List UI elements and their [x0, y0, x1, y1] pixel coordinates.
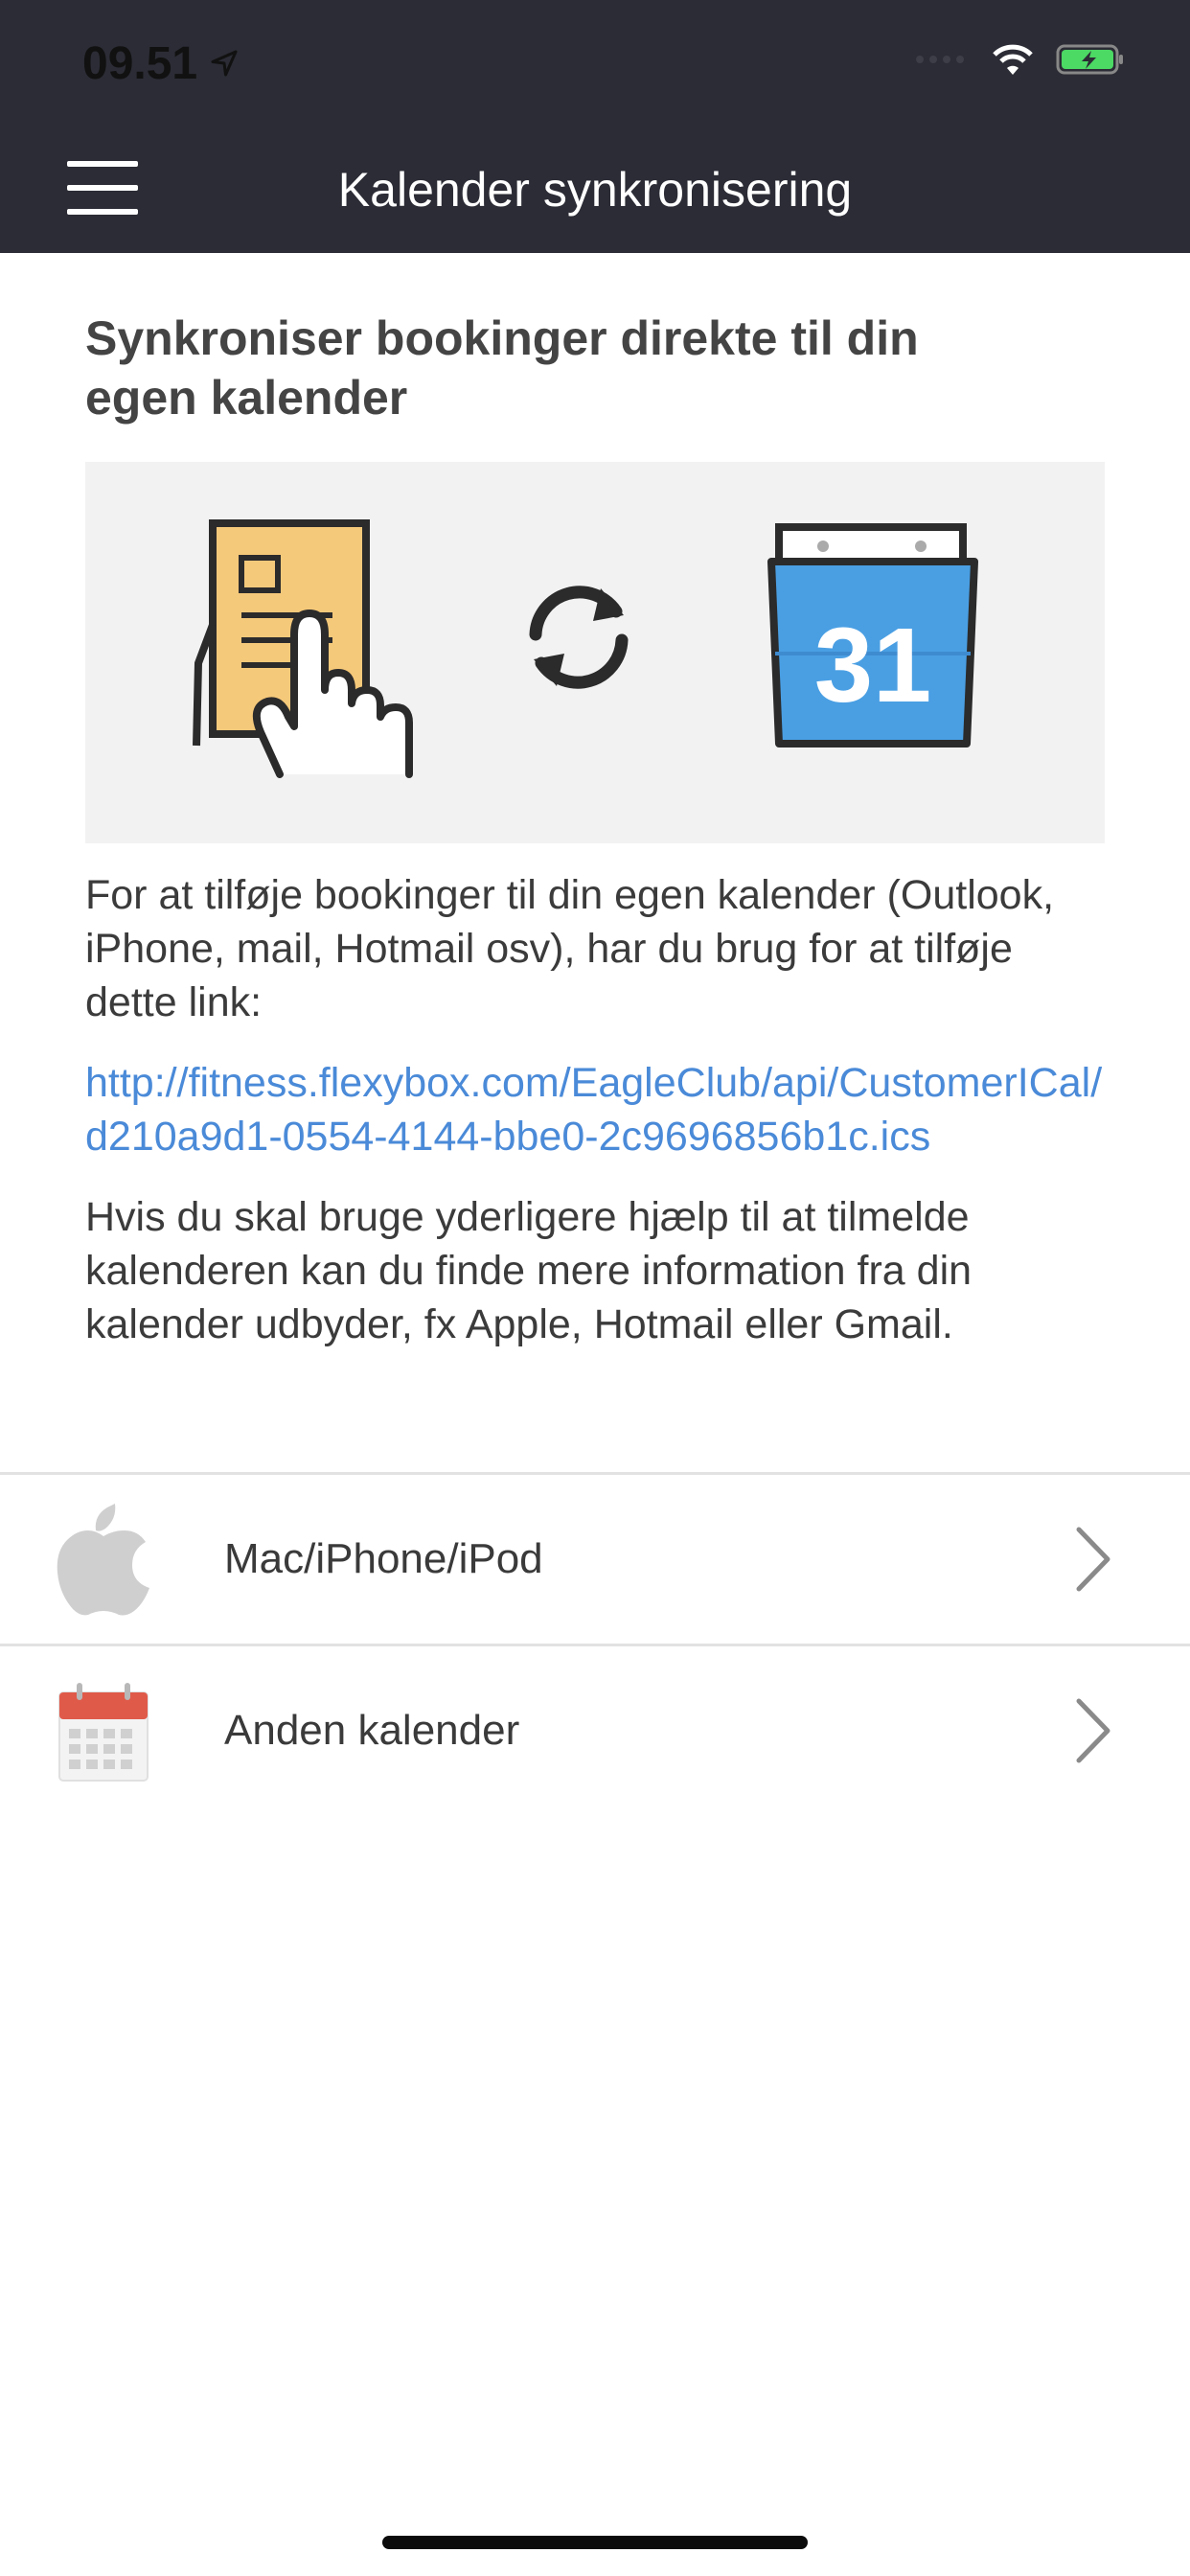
location-arrow-icon	[211, 50, 238, 77]
option-mac-iphone-ipod[interactable]: Mac/iPhone/iPod	[0, 1475, 1190, 1644]
top-navigation-bar: 09.51 Kalender synkronisering	[0, 0, 1190, 253]
calendar-31-icon: 31	[767, 523, 978, 748]
home-indicator[interactable]	[382, 2536, 808, 2549]
section-heading: Synkroniser bookinger direkte til din eg…	[85, 311, 919, 425]
help-paragraph: Hvis du skal bruge yderligere hjælp til …	[85, 1194, 973, 1347]
ical-link[interactable]: http://fitness.flexybox.com/EagleClub/ap…	[85, 1056, 1105, 1163]
instruction-paragraph: For at tilføje bookinger til din egen ka…	[85, 872, 1055, 1025]
main-content: Synkroniser bookinger direkte til din eg…	[85, 309, 1105, 1351]
calendar-icon	[58, 1683, 149, 1782]
option-label: Anden kalender	[224, 1707, 520, 1754]
status-bar-indicators	[914, 42, 1125, 77]
apple-icon	[57, 1504, 149, 1616]
sync-illustration: 31	[85, 462, 1105, 843]
status-bar-time: 09.51	[82, 34, 241, 92]
cellular-signal-icon	[916, 56, 964, 63]
calendar-date-text: 31	[814, 607, 931, 724]
document-touch-icon	[193, 519, 413, 778]
wifi-icon	[993, 44, 1033, 75]
chevron-right-icon	[1076, 1698, 1110, 1763]
page-title: Kalender synkronisering	[337, 163, 853, 217]
sync-arrows-icon	[529, 586, 629, 689]
option-label: Mac/iPhone/iPod	[224, 1535, 543, 1582]
chevron-right-icon	[1076, 1527, 1110, 1592]
battery-charging-icon	[1056, 44, 1123, 75]
option-other-calendar[interactable]: Anden kalender	[0, 1646, 1190, 1815]
